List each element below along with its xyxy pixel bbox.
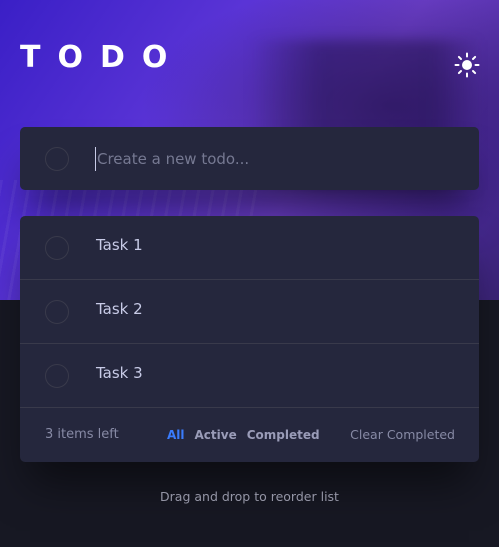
app-title: TODO	[20, 40, 185, 75]
todo-checkbox[interactable]	[45, 236, 69, 260]
todo-label: Task 1	[96, 236, 143, 254]
filter-active-button[interactable]: Active	[195, 428, 237, 442]
todo-checkbox[interactable]	[45, 364, 69, 388]
sun-icon	[454, 52, 480, 78]
new-todo-checkbox[interactable]	[45, 147, 69, 171]
new-todo-input[interactable]	[95, 147, 455, 171]
todo-item[interactable]: Task 1	[20, 216, 479, 280]
todo-checkbox[interactable]	[45, 300, 69, 324]
todo-label: Task 3	[96, 364, 143, 382]
todo-item[interactable]: Task 3	[20, 344, 479, 408]
new-todo-card	[20, 127, 479, 190]
todo-label: Task 2	[96, 300, 143, 318]
filter-all-button[interactable]: All	[167, 428, 185, 442]
filter-completed-button[interactable]: Completed	[247, 428, 320, 442]
clear-completed-button[interactable]: Clear Completed	[350, 427, 455, 442]
items-left-count: 3 items left	[45, 427, 119, 442]
todo-list: Task 1 Task 2 Task 3 3 items left All Ac…	[20, 216, 479, 462]
list-footer: 3 items left All Active Completed Clear …	[20, 408, 479, 462]
theme-toggle-button[interactable]	[454, 52, 480, 78]
reorder-hint: Drag and drop to reorder list	[160, 489, 339, 504]
filter-group: All Active Completed	[167, 427, 326, 442]
todo-item[interactable]: Task 2	[20, 280, 479, 344]
